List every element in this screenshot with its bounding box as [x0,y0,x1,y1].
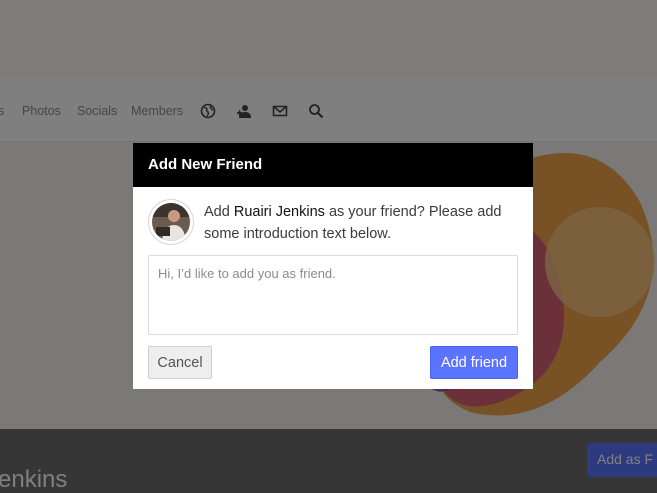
friend-name: Ruairi Jenkins [233,204,325,220]
add-friend-modal: Add New Friend Add Ruairi Jenkins as you… [133,143,533,389]
friend-request-message: Add Ruairi Jenkins as your friend? Pleas… [204,204,502,242]
modal-header: Add New Friend [133,143,533,187]
add-friend-button[interactable]: Add friend [430,346,518,379]
modal-title: Add New Friend [148,156,263,173]
cancel-button[interactable]: Cancel [148,346,212,379]
avatar [148,199,194,245]
introduction-textarea[interactable] [148,255,518,335]
avatar-photo-icon [152,203,190,241]
modal-body: Add Ruairi Jenkins as your friend? Pleas… [133,187,533,389]
